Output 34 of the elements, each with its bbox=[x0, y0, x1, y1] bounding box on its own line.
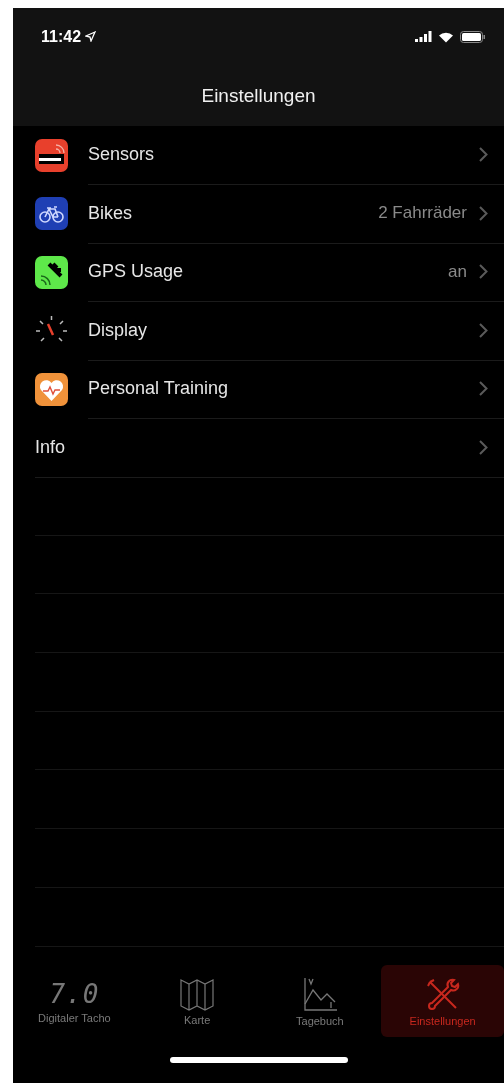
bicycle-icon bbox=[35, 197, 68, 231]
settings-row[interactable]: Info bbox=[13, 418, 504, 477]
row-label: Sensors bbox=[88, 144, 156, 166]
wifi-icon bbox=[438, 30, 454, 43]
status-time: 11:42 bbox=[41, 27, 82, 46]
chevron-icon bbox=[479, 322, 488, 338]
row-label: GPS Usage bbox=[88, 261, 185, 283]
screen-title: Einstellungen bbox=[201, 84, 316, 107]
speed-digits: 7.0 bbox=[49, 978, 100, 1009]
row-label: Info bbox=[35, 436, 67, 458]
settings-row[interactable]: Bikes 2 Fahrräder bbox=[13, 184, 504, 243]
location-arrow-icon bbox=[85, 31, 97, 42]
row-label: Display bbox=[88, 319, 149, 341]
chevron-icon bbox=[479, 205, 488, 221]
row-value: 2 Fahrräder bbox=[378, 203, 467, 224]
settings-row[interactable]: Personal Training bbox=[13, 360, 504, 419]
tab-item[interactable]: Tagebuch bbox=[258, 965, 382, 1037]
chevron-icon bbox=[479, 147, 488, 163]
row-label: Bikes bbox=[88, 202, 133, 224]
settings-row[interactable]: Display bbox=[13, 301, 504, 360]
settings-row[interactable]: Sensors bbox=[13, 126, 504, 185]
sensor-icon bbox=[35, 138, 68, 172]
folded-map-icon bbox=[179, 976, 216, 1011]
tab-item[interactable]: 7.0 Digitaler Tacho bbox=[13, 965, 136, 1037]
row-label: Personal Training bbox=[88, 378, 230, 400]
chevron-icon bbox=[479, 381, 488, 397]
signal-icon bbox=[415, 31, 432, 42]
chevron-icon bbox=[479, 264, 488, 280]
battery-icon bbox=[460, 30, 486, 43]
chevron-icon bbox=[479, 439, 488, 455]
row-value: an bbox=[448, 261, 467, 282]
settings-row[interactable]: GPS Usage an bbox=[13, 243, 504, 302]
satellite-icon bbox=[35, 255, 68, 289]
tab-item[interactable]: Karte bbox=[135, 965, 259, 1037]
